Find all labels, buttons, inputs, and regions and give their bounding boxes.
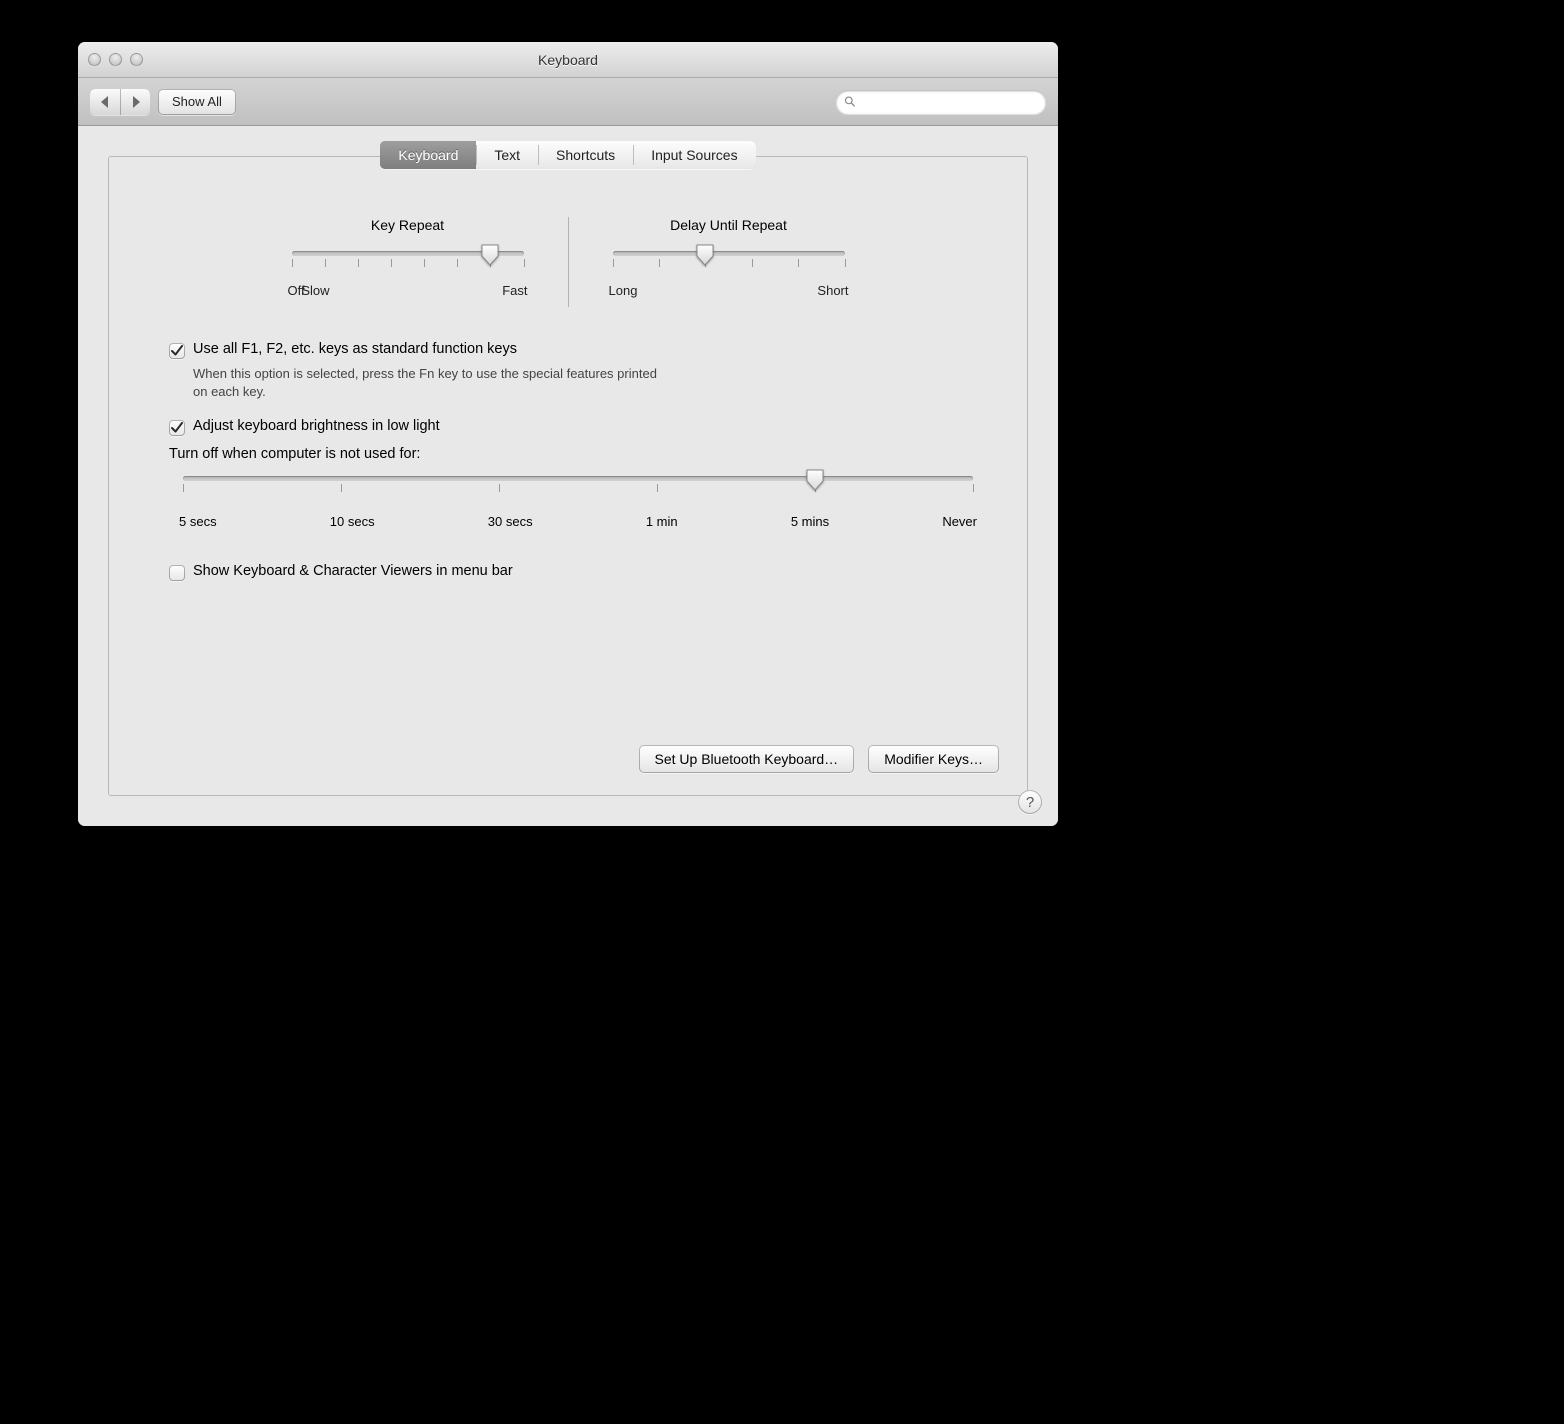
minimize-window-button[interactable] [109,53,122,66]
modifier-keys-button[interactable]: Modifier Keys… [868,745,999,773]
show-viewers-label: Show Keyboard & Character Viewers in men… [193,563,513,579]
search-icon [844,95,856,108]
backlight-slider[interactable] [183,472,973,496]
tabs: Keyboard Text Shortcuts Input Sources [109,141,1027,169]
content-area: Keyboard Text Shortcuts Input Sources Ke… [78,126,1058,826]
delay-repeat-labels: Long Short [609,283,849,298]
tab-keyboard[interactable]: Keyboard [380,141,476,169]
delay-repeat-block: Delay Until Repeat Long Short [589,217,869,307]
brightness-checkbox[interactable] [169,420,185,436]
sliders-row: Key Repeat Off Slow Fast [149,217,987,307]
slider-thumb[interactable] [696,244,714,266]
backlight-label: Turn off when computer is not used for: [169,446,987,462]
key-repeat-title: Key Repeat [288,217,528,233]
fn-keys-checkbox[interactable] [169,343,185,359]
chevron-left-icon [100,96,110,108]
tab-group: Keyboard Text Shortcuts Input Sources [380,141,755,169]
close-window-button[interactable] [88,53,101,66]
key-repeat-block: Key Repeat Off Slow Fast [268,217,548,307]
bluetooth-keyboard-button[interactable]: Set Up Bluetooth Keyboard… [639,745,855,773]
fn-keys-label: Use all F1, F2, etc. keys as standard fu… [193,341,517,357]
delay-repeat-title: Delay Until Repeat [609,217,849,233]
tab-shortcuts[interactable]: Shortcuts [538,141,633,169]
question-mark-icon: ? [1026,794,1034,811]
check-icon [171,345,183,357]
fn-keys-row: Use all F1, F2, etc. keys as standard fu… [169,341,987,359]
toolbar: Show All [78,78,1058,126]
slider-thumb[interactable] [806,469,824,491]
show-all-label: Show All [172,94,222,109]
brightness-label: Adjust keyboard brightness in low light [193,418,440,434]
slider-thumb[interactable] [481,244,499,266]
forward-button[interactable] [120,89,150,115]
search-field[interactable] [836,90,1046,114]
check-icon [171,422,183,434]
chevron-right-icon [131,96,141,108]
brightness-row: Adjust keyboard brightness in low light [169,418,987,436]
delay-repeat-slider[interactable] [613,247,845,269]
key-repeat-slider[interactable] [292,247,524,269]
backlight-slider-block: 5 secs 10 secs 30 secs 1 min 5 mins Neve… [179,472,977,529]
window-controls [88,53,143,66]
preferences-window: Keyboard Show All Keyboard Text [78,42,1058,826]
key-repeat-labels: Off Slow Fast [288,283,528,298]
tab-input-sources[interactable]: Input Sources [633,141,755,169]
show-viewers-row: Show Keyboard & Character Viewers in men… [169,563,987,581]
tab-text[interactable]: Text [476,141,538,169]
show-all-button[interactable]: Show All [158,89,236,115]
zoom-window-button[interactable] [130,53,143,66]
options: Use all F1, F2, etc. keys as standard fu… [169,341,987,581]
vertical-divider [568,217,569,307]
fn-keys-description: When this option is selected, press the … [193,365,673,400]
show-viewers-checkbox[interactable] [169,565,185,581]
bottom-buttons: Set Up Bluetooth Keyboard… Modifier Keys… [639,745,999,773]
nav-back-forward [90,89,150,115]
titlebar: Keyboard [78,42,1058,78]
backlight-labels: 5 secs 10 secs 30 secs 1 min 5 mins Neve… [179,514,977,529]
panel: Keyboard Text Shortcuts Input Sources Ke… [108,156,1028,796]
window-title: Keyboard [78,52,1058,68]
search-input[interactable] [862,95,1038,109]
back-button[interactable] [90,89,120,115]
help-button[interactable]: ? [1018,790,1042,814]
